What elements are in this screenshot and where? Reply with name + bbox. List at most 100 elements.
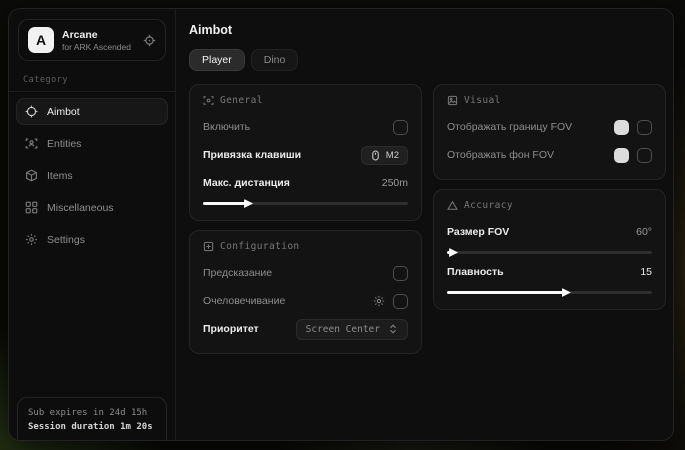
visual-panel-header: Visual bbox=[447, 95, 652, 106]
distance-slider-thumb[interactable] bbox=[244, 199, 253, 208]
box-icon bbox=[25, 169, 38, 182]
priority-select[interactable]: Screen Center bbox=[296, 319, 408, 340]
triangle-icon bbox=[447, 200, 458, 211]
sidebar-item-label: Items bbox=[47, 170, 73, 182]
right-column: Visual Отображать границу FOV Отображать… bbox=[433, 84, 666, 310]
prediction-checkbox[interactable] bbox=[393, 266, 408, 281]
mouse-icon bbox=[370, 150, 381, 161]
tab-bar: Player Dino bbox=[189, 49, 666, 71]
keybind-value: M2 bbox=[386, 150, 399, 161]
fov-size-row: Размер FOV 60° bbox=[447, 220, 652, 244]
fov-background-row: Отображать фон FOV bbox=[447, 143, 652, 167]
keybind-row: Привязка клавиши M2 bbox=[203, 143, 408, 167]
smoothness-slider[interactable] bbox=[447, 291, 652, 294]
sidebar-item-label: Aimbot bbox=[47, 106, 80, 118]
fov-background-label: Отображать фон FOV bbox=[447, 149, 554, 161]
brand-title: Arcane bbox=[62, 29, 135, 41]
tune-icon bbox=[203, 241, 214, 252]
accuracy-panel: Accuracy Размер FOV 60° Плавность 15 bbox=[433, 189, 666, 310]
configuration-panel: Configuration Предсказание Очеловечивани… bbox=[189, 230, 422, 354]
smoothness-slider-fill bbox=[447, 291, 564, 294]
sidebar-nav: Aimbot Entities Items bbox=[9, 98, 175, 253]
keybind-label: Привязка клавиши bbox=[203, 149, 301, 161]
fov-border-checkbox[interactable] bbox=[637, 120, 652, 135]
panel-title: Visual bbox=[464, 95, 501, 106]
smoothness-value: 15 bbox=[640, 266, 652, 278]
fov-background-color-swatch[interactable] bbox=[614, 148, 629, 163]
distance-row: Макс. дистанция 250m bbox=[203, 171, 408, 195]
keybind-button[interactable]: M2 bbox=[361, 146, 408, 165]
main-content: Aimbot Player Dino General bbox=[176, 9, 674, 440]
scan-icon bbox=[203, 95, 214, 106]
sub-expires-text: Sub expires in 24d 15h bbox=[28, 408, 156, 418]
grid-icon bbox=[25, 201, 38, 214]
fov-background-controls bbox=[614, 148, 652, 163]
fov-border-row: Отображать границу FOV bbox=[447, 115, 652, 139]
image-icon bbox=[447, 95, 458, 106]
fov-border-color-swatch[interactable] bbox=[614, 120, 629, 135]
panel-title: Configuration bbox=[220, 241, 300, 252]
sidebar-item-entities[interactable]: Entities bbox=[16, 130, 168, 157]
tab-dino[interactable]: Dino bbox=[251, 49, 299, 71]
sidebar: A Arcane for ARK Ascended Category bbox=[9, 9, 176, 440]
target-icon[interactable] bbox=[143, 34, 156, 47]
panel-title: Accuracy bbox=[464, 200, 513, 211]
session-duration-text: Session duration 1m 20s bbox=[28, 422, 156, 432]
brand-subtitle: for ARK Ascended bbox=[62, 42, 135, 52]
fov-background-checkbox[interactable] bbox=[637, 148, 652, 163]
prediction-label: Предсказание bbox=[203, 267, 272, 279]
fov-border-controls bbox=[614, 120, 652, 135]
enable-label: Включить bbox=[203, 121, 250, 133]
smoothness-label: Плавность bbox=[447, 266, 504, 278]
fov-size-label: Размер FOV bbox=[447, 226, 509, 238]
distance-slider[interactable] bbox=[203, 202, 408, 205]
sidebar-item-label: Entities bbox=[47, 138, 81, 150]
sidebar-item-label: Miscellaneous bbox=[47, 202, 114, 214]
smoothness-slider-thumb[interactable] bbox=[562, 288, 571, 297]
left-column: General Включить Привязка клавиши bbox=[189, 84, 422, 354]
fov-size-slider[interactable] bbox=[447, 251, 652, 254]
sidebar-item-label: Settings bbox=[47, 234, 85, 246]
sidebar-item-miscellaneous[interactable]: Miscellaneous bbox=[16, 194, 168, 221]
distance-label: Макс. дистанция bbox=[203, 177, 290, 189]
tab-player[interactable]: Player bbox=[189, 49, 245, 71]
brand-card: A Arcane for ARK Ascended bbox=[18, 19, 166, 61]
visual-panel: Visual Отображать границу FOV Отображать… bbox=[433, 84, 666, 180]
select-chevrons-icon bbox=[388, 324, 398, 334]
fov-size-value: 60° bbox=[636, 226, 652, 238]
brand-text: Arcane for ARK Ascended bbox=[62, 29, 135, 52]
prediction-row: Предсказание bbox=[203, 261, 408, 285]
accuracy-panel-header: Accuracy bbox=[447, 200, 652, 211]
priority-value: Screen Center bbox=[306, 324, 380, 335]
configuration-panel-header: Configuration bbox=[203, 241, 408, 252]
fov-border-label: Отображать границу FOV bbox=[447, 121, 572, 133]
page-title: Aimbot bbox=[189, 23, 666, 37]
general-panel: General Включить Привязка клавиши bbox=[189, 84, 422, 221]
fov-size-slider-thumb[interactable] bbox=[449, 248, 458, 257]
distance-value: 250m bbox=[382, 177, 408, 189]
humanization-checkbox[interactable] bbox=[393, 294, 408, 309]
humanization-label: Очеловечивание bbox=[203, 295, 285, 307]
distance-slider-fill bbox=[203, 202, 246, 205]
humanization-gear-icon[interactable] bbox=[373, 295, 385, 307]
priority-label: Приоритет bbox=[203, 323, 259, 335]
subscription-footer: Sub expires in 24d 15h Session duration … bbox=[17, 397, 167, 441]
sidebar-divider bbox=[9, 91, 175, 92]
sidebar-item-settings[interactable]: Settings bbox=[16, 226, 168, 253]
general-panel-header: General bbox=[203, 95, 408, 106]
enable-checkbox[interactable] bbox=[393, 120, 408, 135]
priority-row: Приоритет Screen Center bbox=[203, 317, 408, 341]
category-label: Category bbox=[23, 75, 175, 85]
sidebar-item-items[interactable]: Items bbox=[16, 162, 168, 189]
panel-title: General bbox=[220, 95, 263, 106]
scan-person-icon bbox=[25, 137, 38, 150]
gear-icon bbox=[25, 233, 38, 246]
brand-logo: A bbox=[28, 27, 54, 53]
crosshair-icon bbox=[25, 105, 38, 118]
smoothness-row: Плавность 15 bbox=[447, 260, 652, 284]
humanization-controls bbox=[373, 294, 408, 309]
sidebar-item-aimbot[interactable]: Aimbot bbox=[16, 98, 168, 125]
panel-columns: General Включить Привязка клавиши bbox=[189, 84, 666, 354]
app-window: A Arcane for ARK Ascended Category bbox=[8, 8, 674, 441]
humanization-row: Очеловечивание bbox=[203, 289, 408, 313]
